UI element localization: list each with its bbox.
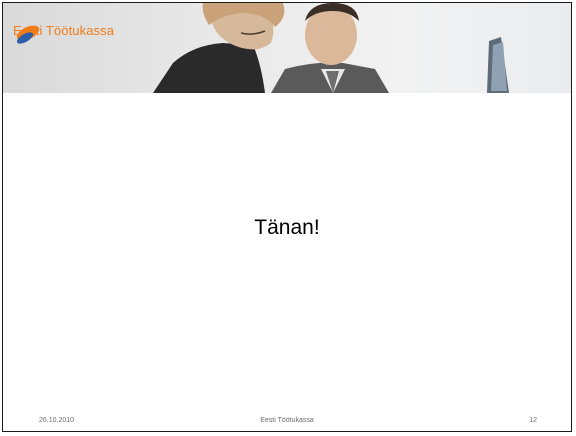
header-banner: Eesti Töötukassa xyxy=(3,3,571,93)
tootukassa-logo-icon xyxy=(16,25,40,44)
slide: Eesti Töötukassa Tänan! 26.10.2010 Eesti… xyxy=(2,2,572,432)
logo: Eesti Töötukassa xyxy=(13,23,114,44)
page-number: 12 xyxy=(529,417,537,424)
header-photo xyxy=(153,3,509,93)
slide-title: Tänan! xyxy=(254,216,320,239)
footer-company: Eesti Töötukassa xyxy=(260,417,314,424)
